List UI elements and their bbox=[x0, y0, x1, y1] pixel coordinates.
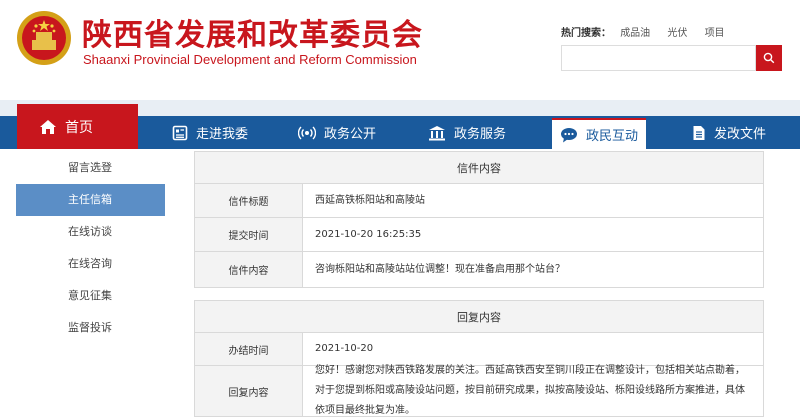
reply-panel-heading: 回复内容 bbox=[195, 300, 763, 333]
chat-icon bbox=[560, 127, 577, 142]
row-label: 办结时间 bbox=[195, 333, 303, 365]
letter-content-value: 咨询栎阳站和高陵站站位调整！现在准备启用那个站台？ bbox=[315, 263, 565, 275]
sidebar-item-online-consultation[interactable]: 在线咨询 bbox=[16, 248, 165, 280]
row-label: 信件标题 bbox=[195, 184, 303, 217]
hot-search: 热门搜索： 成品油 光伏 项目 bbox=[561, 24, 739, 39]
reply-panel: 回复内容 办结时间 2021-10-20 回复内容 您好！感谢您对陕西铁路发展的… bbox=[194, 300, 764, 417]
letter-panel: 信件内容 信件标题 西延高铁栎阳站和高陵站 提交时间 2021-10-20 16… bbox=[194, 151, 764, 288]
search-input[interactable] bbox=[561, 45, 756, 71]
nav-item-label: 发改文件 bbox=[714, 127, 767, 142]
nav-item-interaction[interactable]: 政民互动 bbox=[552, 118, 646, 149]
table-row: 提交时间 2021-10-20 16:25:35 bbox=[195, 218, 763, 252]
nav-item-label: 走进我委 bbox=[196, 127, 249, 142]
nav-item-public-affairs[interactable]: 政务公开 bbox=[298, 116, 376, 149]
nav-item-label: 政务公开 bbox=[324, 127, 377, 142]
nav-item-documents[interactable]: 发改文件 bbox=[692, 116, 766, 149]
letter-title-value: 西延高铁栎阳站和高陵站 bbox=[315, 194, 425, 206]
table-row: 信件标题 西延高铁栎阳站和高陵站 bbox=[195, 184, 763, 218]
hot-keyword-link[interactable]: 光伏 bbox=[667, 28, 687, 39]
table-row: 回复内容 您好！感谢您对陕西铁路发展的关注。西延高铁西安至铜川段正在调整设计，包… bbox=[195, 365, 763, 416]
site-header: 陕西省发展和改革委员会 Shaanxi Provincial Developme… bbox=[0, 0, 800, 100]
sidebar-item-published-messages[interactable]: 留言选登 bbox=[16, 152, 165, 184]
nav-home-label: 首页 bbox=[65, 119, 93, 136]
nav-item-label: 政务服务 bbox=[454, 127, 507, 142]
row-label: 回复内容 bbox=[195, 366, 303, 416]
sidebar-item-opinion-collection[interactable]: 意见征集 bbox=[16, 280, 165, 312]
nav-item-label: 政民互动 bbox=[585, 129, 638, 144]
site-subtitle: Shaanxi Provincial Development and Refor… bbox=[83, 52, 417, 67]
sidebar: 留言选登 主任信箱 在线访谈 在线咨询 意见征集 监督投诉 bbox=[16, 152, 165, 344]
document-icon bbox=[693, 125, 705, 140]
row-label: 信件内容 bbox=[195, 252, 303, 287]
letter-panel-heading: 信件内容 bbox=[195, 151, 763, 184]
nav-home-tab[interactable]: 首页 bbox=[17, 104, 138, 149]
search-icon bbox=[763, 52, 775, 64]
home-icon bbox=[40, 119, 56, 134]
national-emblem-icon bbox=[17, 11, 71, 65]
sidebar-item-complaints[interactable]: 监督投诉 bbox=[16, 312, 165, 344]
sidebar-item-director-mailbox[interactable]: 主任信箱 bbox=[16, 184, 165, 216]
search-button[interactable] bbox=[756, 45, 782, 71]
hot-search-label: 热门搜索： bbox=[561, 28, 611, 39]
nav-item-services[interactable]: 政务服务 bbox=[428, 116, 506, 149]
id-card-icon bbox=[172, 125, 188, 140]
table-row: 信件内容 咨询栎阳站和高陵站站位调整！现在准备启用那个站台？ bbox=[195, 252, 763, 287]
building-icon bbox=[429, 125, 445, 140]
reply-content-value: 您好！感谢您对陕西铁路发展的关注。西延高铁西安至铜川段正在调整设计，包括相关站点… bbox=[315, 365, 745, 416]
sidebar-item-online-interview[interactable]: 在线访谈 bbox=[16, 216, 165, 248]
broadcast-icon bbox=[298, 126, 316, 139]
hot-keyword-link[interactable]: 成品油 bbox=[620, 28, 650, 39]
submit-time-value: 2021-10-20 16:25:35 bbox=[315, 228, 422, 240]
site-title: 陕西省发展和改革委员会 bbox=[82, 18, 423, 53]
hot-keyword-link[interactable]: 项目 bbox=[705, 28, 725, 39]
row-label: 提交时间 bbox=[195, 218, 303, 251]
nav-item-about[interactable]: 走进我委 bbox=[172, 116, 248, 149]
